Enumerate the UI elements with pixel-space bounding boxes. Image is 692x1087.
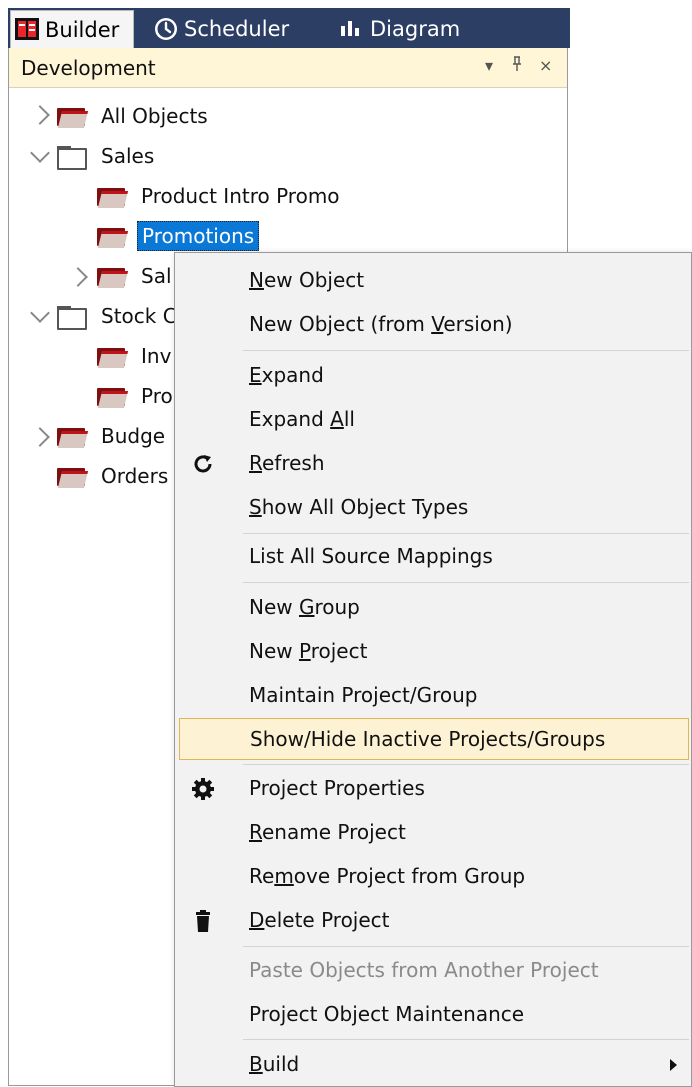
tab-scheduler-label: Scheduler [184, 17, 290, 41]
tree-node-promotions[interactable]: Promotions [137, 218, 260, 254]
tab-diagram[interactable]: Diagram [336, 10, 496, 48]
close-icon[interactable]: × [539, 56, 552, 75]
dropdown-icon[interactable]: ▾ [485, 56, 493, 75]
tree-node-budget[interactable]: Budge [101, 418, 165, 454]
pin-icon[interactable] [511, 56, 523, 76]
menu-item-label: Project Properties [249, 776, 425, 800]
gear-icon [191, 777, 215, 801]
open-folder-icon [57, 306, 87, 330]
tree-node-sales-child[interactable]: Sal [141, 258, 172, 294]
tree-node-pro[interactable]: Pro [141, 378, 173, 414]
chevron-down-icon[interactable] [30, 303, 50, 323]
tree-node-product-intro-promo[interactable]: Product Intro Promo [141, 178, 340, 214]
menu-item-rename-project[interactable]: Rename Project [175, 811, 691, 853]
menu-item-expand-all[interactable]: Expand All [175, 398, 691, 440]
menu-item-paste-objects: Paste Objects from Another Project [175, 949, 691, 991]
menu-item-label: Delete Project [249, 908, 390, 932]
menu-item-label: Show/Hide Inactive Projects/Groups [250, 727, 606, 751]
tree-node-orders[interactable]: Orders [101, 458, 168, 494]
menu-separator [243, 582, 689, 583]
tab-scheduler[interactable]: Scheduler [150, 10, 310, 48]
menu-item-label: Expand All [249, 407, 355, 431]
red-folder-icon [97, 264, 129, 288]
refresh-icon [191, 452, 215, 476]
tree-node-label: Budge [101, 424, 166, 448]
tab-diagram-label: Diagram [370, 17, 461, 41]
chevron-down-icon[interactable] [30, 143, 50, 163]
menu-item-label: Paste Objects from Another Project [249, 958, 599, 982]
tree-node-label: All Objects [101, 104, 208, 128]
menu-separator [243, 1039, 689, 1040]
chevron-right-icon[interactable] [30, 427, 50, 447]
menu-separator [243, 764, 689, 765]
tree-node-label: Stock C [101, 304, 177, 328]
clock-icon [154, 17, 178, 41]
menu-item-label: New Project [249, 639, 368, 663]
tree-node-label: Product Intro Promo [141, 184, 340, 208]
tree-node-label: Pro [141, 384, 173, 408]
chevron-right-icon[interactable] [30, 105, 50, 125]
tree-node-label: Sal [141, 264, 172, 288]
panel-header: Development ▾ × [9, 48, 567, 88]
tree-node-label: Sales [101, 144, 155, 168]
builder-icon [15, 17, 39, 42]
panel-title: Development [21, 56, 156, 80]
menu-item-maintain-project-group[interactable]: Maintain Project/Group [175, 674, 691, 716]
menu-item-show-all-object-types[interactable]: Show All Object Types [175, 486, 691, 528]
tree-node-sales[interactable]: Sales [101, 138, 154, 174]
menu-item-label: List All Source Mappings [249, 544, 493, 568]
tab-builder[interactable]: Builder [10, 10, 134, 48]
menu-item-list-all-source-mappings[interactable]: List All Source Mappings [175, 535, 691, 577]
red-folder-icon [97, 184, 129, 208]
tree-node-label: Orders [101, 464, 169, 488]
menu-item-label: Rename Project [249, 820, 406, 844]
menu-item-delete-project[interactable]: Delete Project [175, 899, 691, 941]
menu-item-refresh[interactable]: Refresh [175, 442, 691, 484]
tree-node-label-selected: Promotions [137, 221, 260, 251]
context-menu: New Object New Object (from Version) Exp… [174, 252, 692, 1087]
menu-item-new-object[interactable]: New Object [175, 259, 691, 301]
bar-chart-icon [340, 17, 364, 41]
red-folder-icon [57, 104, 89, 128]
menu-item-new-group[interactable]: New Group [175, 586, 691, 628]
red-folder-icon [57, 424, 89, 448]
trash-icon [191, 909, 215, 933]
menu-item-new-project[interactable]: New Project [175, 630, 691, 672]
menu-item-label: Project Object Maintenance [249, 1002, 525, 1026]
submenu-arrow-icon [670, 1059, 677, 1071]
menu-item-show-hide-inactive[interactable]: Show/Hide Inactive Projects/Groups [179, 718, 689, 760]
menu-item-label: New Group [249, 595, 360, 619]
menu-item-label: Expand [249, 363, 324, 387]
menu-item-new-object-from-version[interactable]: New Object (from Version) [175, 303, 691, 345]
red-folder-icon [97, 224, 129, 248]
menu-item-label: Build [249, 1052, 300, 1076]
menu-item-label: Maintain Project/Group [249, 683, 478, 707]
menu-item-remove-project[interactable]: Remove Project from Group [175, 855, 691, 897]
tree-node-all-objects[interactable]: All Objects [101, 98, 208, 134]
tab-builder-label: Builder [45, 17, 120, 42]
menu-separator [243, 946, 689, 947]
menu-separator [243, 350, 689, 351]
menu-item-project-object-maintenance[interactable]: Project Object Maintenance [175, 993, 691, 1035]
tab-strip: Builder Scheduler Diagram [0, 0, 570, 48]
tree-node-label: Inv [141, 344, 172, 368]
menu-item-build[interactable]: Build [175, 1043, 691, 1085]
chevron-right-icon[interactable] [68, 267, 88, 287]
tree-node-stock[interactable]: Stock C [101, 298, 177, 334]
red-folder-icon [97, 344, 129, 368]
tree-node-inv[interactable]: Inv [141, 338, 171, 374]
red-folder-icon [57, 464, 89, 488]
menu-item-label: Show All Object Types [249, 495, 469, 519]
red-folder-icon [97, 384, 129, 408]
menu-separator [243, 533, 689, 534]
menu-item-label: New Object [249, 268, 365, 292]
menu-item-project-properties[interactable]: Project Properties [175, 767, 691, 809]
menu-item-label: Remove Project from Group [249, 864, 526, 888]
menu-item-label: New Object (from Version) [249, 312, 513, 336]
open-folder-icon [57, 146, 87, 170]
menu-item-label: Refresh [249, 451, 325, 475]
menu-item-expand[interactable]: Expand [175, 354, 691, 396]
